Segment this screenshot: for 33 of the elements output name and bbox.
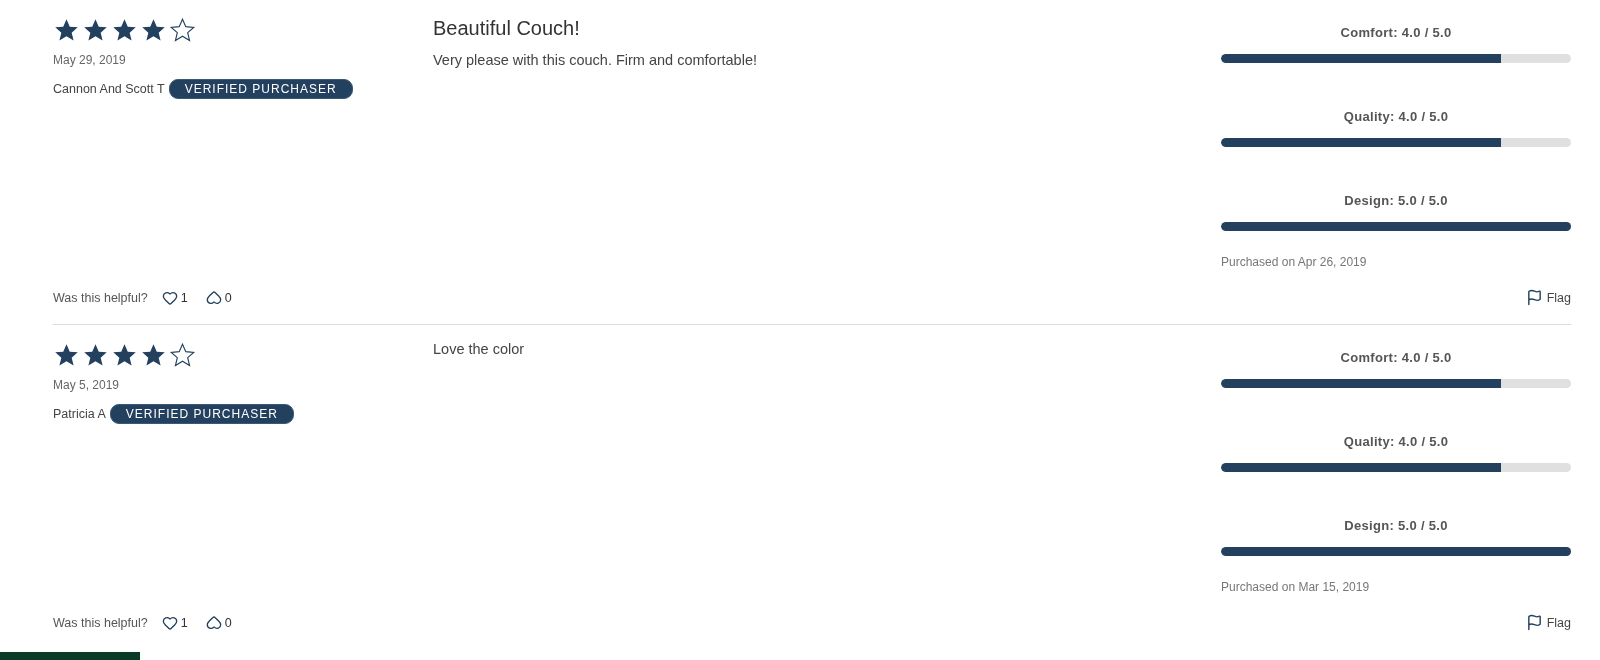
verified-badge: VERIFIED PURCHASER	[168, 79, 353, 99]
helpful-prompt: Was this helpful?	[53, 291, 148, 305]
flag-button[interactable]: Flag	[1525, 614, 1571, 631]
upside-down-heart-icon	[205, 290, 222, 306]
reviewer-name: Cannon And Scott T	[53, 82, 165, 96]
review-text: Very please with this couch. Firm and comfortable!	[433, 52, 758, 68]
like-button[interactable]: 1	[161, 615, 188, 631]
review-text: Love the color	[433, 341, 526, 357]
dislike-button[interactable]: 0	[205, 615, 232, 631]
flag-button[interactable]: Flag	[1525, 289, 1571, 306]
helpful-prompt: Was this helpful?	[53, 616, 148, 630]
empty-star-icon	[169, 341, 196, 369]
upside-down-heart-icon	[205, 615, 222, 631]
review-date: May 29, 2019	[53, 53, 127, 67]
rating-label: Comfort: 4.0 / 5.0	[1339, 25, 1453, 40]
heart-icon	[161, 290, 178, 306]
empty-star-icon	[169, 16, 196, 44]
rating-label: Comfort: 4.0 / 5.0	[1339, 350, 1453, 365]
flag-icon	[1525, 614, 1543, 631]
reviewer-name: Patricia A	[53, 407, 106, 421]
flag-icon	[1525, 289, 1543, 306]
purchase-date: Purchased on Apr 26, 2019	[1221, 255, 1368, 269]
like-button[interactable]: 1	[161, 290, 188, 306]
dislike-button[interactable]: 0	[205, 290, 232, 306]
purchase-date: Purchased on Mar 15, 2019	[1221, 580, 1371, 594]
rating-label: Quality: 4.0 / 5.0	[1342, 109, 1450, 124]
review-date: May 5, 2019	[53, 378, 121, 392]
heart-icon	[161, 615, 178, 631]
rating-label: Design: 5.0 / 5.0	[1343, 193, 1449, 208]
review-title: Beautiful Couch!	[433, 17, 581, 40]
verified-badge: VERIFIED PURCHASER	[109, 404, 294, 424]
rating-label: Quality: 4.0 / 5.0	[1342, 434, 1450, 449]
rating-label: Design: 5.0 / 5.0	[1343, 518, 1449, 533]
